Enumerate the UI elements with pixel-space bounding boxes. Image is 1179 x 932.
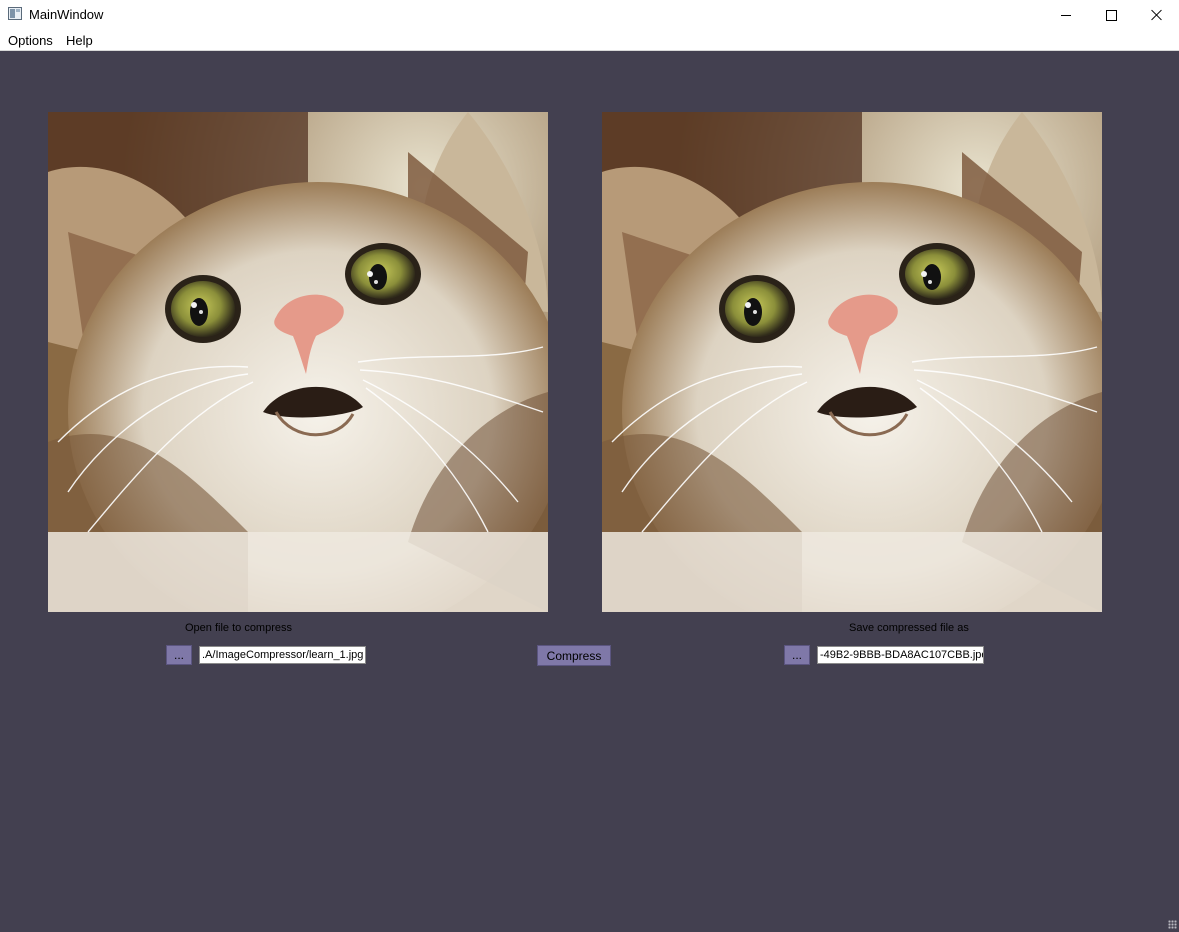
maximize-icon <box>1105 9 1117 21</box>
compress-button[interactable]: Compress <box>537 645 611 666</box>
menu-help[interactable]: Help <box>66 33 93 48</box>
cat-photo-original <box>48 112 548 612</box>
compressed-image-preview <box>602 112 1102 612</box>
cat-photo-compressed <box>602 112 1102 612</box>
save-file-caption: Save compressed file as <box>849 622 969 634</box>
menu-options[interactable]: Options <box>8 33 53 48</box>
close-button[interactable] <box>1133 0 1179 30</box>
browse-open-button[interactable]: ... <box>166 645 192 665</box>
app-window-icon <box>8 7 22 20</box>
window-title: MainWindow <box>29 7 104 22</box>
resize-grip-icon[interactable] <box>1168 920 1177 929</box>
maximize-button[interactable] <box>1088 0 1134 30</box>
open-path-field[interactable]: .A/ImageCompressor/learn_1.jpg <box>199 646 366 664</box>
close-icon <box>1150 9 1162 21</box>
menu-bar: Options Help <box>0 30 1179 51</box>
open-file-caption: Open file to compress <box>185 622 292 634</box>
title-bar: MainWindow <box>0 0 1179 30</box>
minimize-button[interactable] <box>1043 0 1089 30</box>
main-window: MainWindow Options Help Open file to com… <box>0 0 1179 932</box>
source-image-preview <box>48 112 548 612</box>
browse-save-button[interactable]: ... <box>784 645 810 665</box>
minimize-icon <box>1061 14 1071 16</box>
save-path-field[interactable]: -49B2-9BBB-BDA8AC107CBB.jpeg <box>817 646 984 664</box>
